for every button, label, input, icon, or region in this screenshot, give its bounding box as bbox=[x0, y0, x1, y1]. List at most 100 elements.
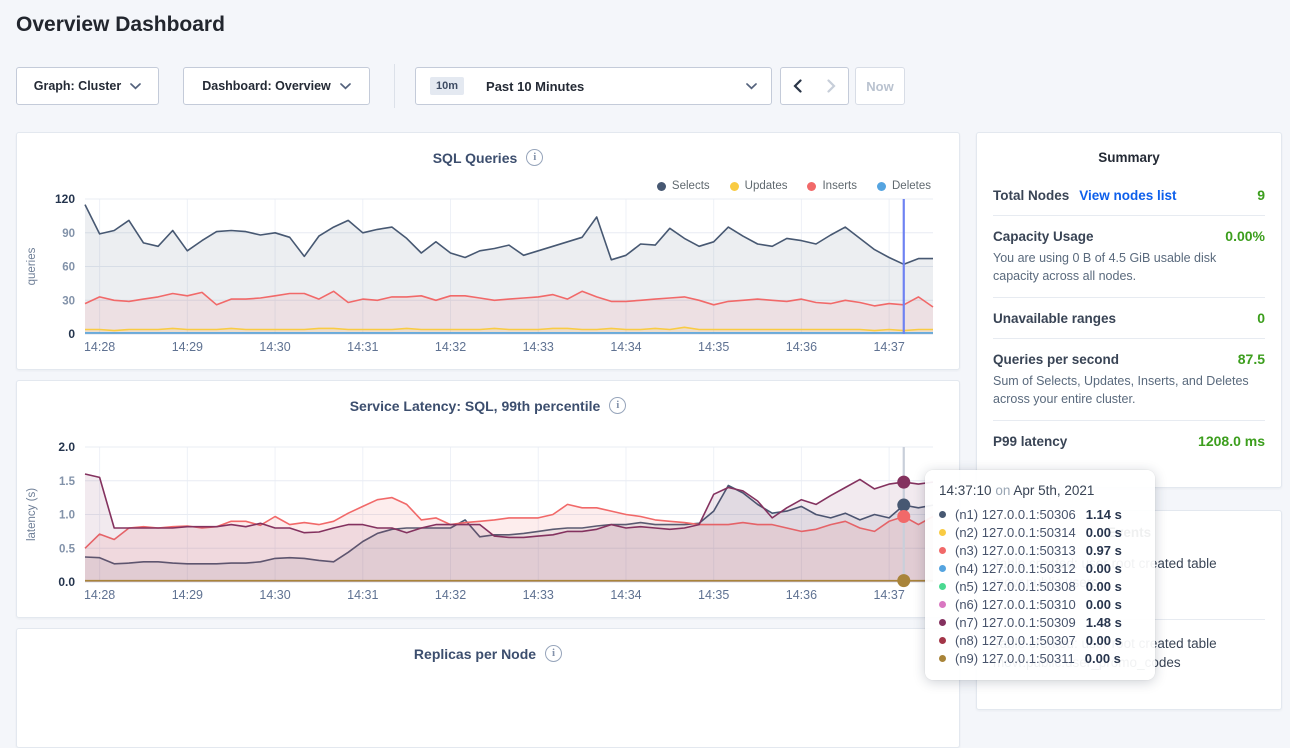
svg-text:0.5: 0.5 bbox=[59, 543, 76, 555]
replicas-per-node-chart-card: Replicas per Node i bbox=[16, 628, 960, 748]
svg-text:0.0: 0.0 bbox=[58, 575, 75, 589]
svg-text:14:32: 14:32 bbox=[435, 340, 466, 354]
tooltip-node: (n9) 127.0.0.1:50311 bbox=[955, 651, 1075, 666]
graph-dropdown[interactable]: Graph: Cluster bbox=[16, 67, 159, 105]
next-range-button[interactable] bbox=[814, 67, 849, 105]
tooltip-value: 0.00 s bbox=[1086, 633, 1122, 648]
summary-row-value: 0.00% bbox=[1225, 228, 1265, 244]
svg-text:14:34: 14:34 bbox=[610, 588, 641, 602]
svg-text:14:30: 14:30 bbox=[259, 588, 290, 602]
svg-text:14:30: 14:30 bbox=[259, 340, 290, 354]
sql-queries-legend: SelectsUpdatesInsertsDeletes bbox=[657, 180, 931, 192]
svg-text:14:34: 14:34 bbox=[610, 340, 641, 354]
svg-text:1.5: 1.5 bbox=[59, 476, 76, 488]
summary-row-label: Unavailable ranges bbox=[993, 311, 1116, 326]
tooltip-node: (n4) 127.0.0.1:50312 bbox=[955, 561, 1076, 576]
legend-dot bbox=[807, 182, 816, 191]
service-latency-chart[interactable]: 14:2814:2914:3014:3114:3214:3314:3414:35… bbox=[17, 441, 961, 613]
info-icon[interactable]: i bbox=[526, 149, 543, 166]
svg-text:14:28: 14:28 bbox=[84, 340, 115, 354]
svg-text:1.0: 1.0 bbox=[59, 510, 75, 522]
time-range-selector[interactable]: 10m Past 10 Minutes bbox=[415, 67, 772, 105]
tooltip-node: (n3) 127.0.0.1:50313 bbox=[955, 543, 1076, 558]
sql-queries-chart-title: SQL Queries bbox=[433, 150, 518, 166]
service-latency-chart-card: Service Latency: SQL, 99th percentile i … bbox=[16, 380, 960, 618]
svg-text:30: 30 bbox=[62, 295, 75, 307]
time-range-badge: 10m bbox=[430, 77, 464, 95]
replicas-per-node-chart-title: Replicas per Node bbox=[414, 646, 536, 662]
series-dot bbox=[939, 601, 946, 608]
svg-text:14:31: 14:31 bbox=[347, 340, 378, 354]
summary-panel: Summary Total NodesView nodes list9Capac… bbox=[976, 132, 1282, 488]
svg-text:14:36: 14:36 bbox=[786, 340, 817, 354]
svg-text:14:36: 14:36 bbox=[786, 588, 817, 602]
dashboard-dropdown[interactable]: Dashboard: Overview bbox=[183, 67, 370, 105]
series-dot bbox=[939, 583, 946, 590]
svg-text:14:37: 14:37 bbox=[873, 340, 904, 354]
svg-text:14:35: 14:35 bbox=[698, 340, 729, 354]
series-dot bbox=[939, 655, 946, 662]
svg-text:14:32: 14:32 bbox=[435, 588, 466, 602]
summary-row: Queries per second 87.5 Sum of Selects, Up… bbox=[993, 339, 1265, 421]
now-button[interactable]: Now bbox=[855, 67, 905, 105]
chart-tooltip: 14:37:10 on Apr 5th, 2021 (n1) 127.0.0.1… bbox=[925, 470, 1155, 680]
chevron-down-icon bbox=[130, 83, 141, 90]
sql-queries-chart-card: SQL Queries i SelectsUpdatesInsertsDelet… bbox=[16, 132, 960, 370]
tooltip-value: 0.00 s bbox=[1086, 597, 1122, 612]
tooltip-node: (n5) 127.0.0.1:50308 bbox=[955, 579, 1076, 594]
svg-text:14:33: 14:33 bbox=[523, 340, 554, 354]
tooltip-value: 0.00 s bbox=[1086, 525, 1122, 540]
tooltip-node: (n8) 127.0.0.1:50307 bbox=[955, 633, 1076, 648]
tooltip-row: (n9) 127.0.0.1:50311 0.00 s bbox=[939, 649, 1141, 667]
tooltip-node: (n1) 127.0.0.1:50306 bbox=[955, 507, 1076, 522]
summary-row: Total NodesView nodes list9 bbox=[993, 175, 1265, 216]
tooltip-value: 0.00 s bbox=[1086, 579, 1122, 594]
tooltip-row: (n7) 127.0.0.1:50309 1.48 s bbox=[939, 613, 1141, 631]
service-latency-chart-title: Service Latency: SQL, 99th percentile bbox=[350, 398, 601, 414]
svg-text:14:29: 14:29 bbox=[172, 588, 203, 602]
summary-row: Unavailable ranges 0 bbox=[993, 298, 1265, 339]
svg-text:14:31: 14:31 bbox=[347, 588, 378, 602]
info-icon[interactable]: i bbox=[545, 645, 562, 662]
svg-text:queries: queries bbox=[26, 247, 38, 285]
tooltip-value: 1.48 s bbox=[1086, 615, 1122, 630]
prev-range-button[interactable] bbox=[780, 67, 815, 105]
summary-row: Capacity Usage0.00%You are using 0 B of … bbox=[993, 216, 1265, 298]
chevron-left-icon bbox=[793, 79, 802, 93]
summary-row-label: Queries per second bbox=[993, 352, 1119, 367]
tooltip-row: (n2) 127.0.0.1:50314 0.00 s bbox=[939, 523, 1141, 541]
svg-text:14:37: 14:37 bbox=[873, 588, 904, 602]
tooltip-row: (n5) 127.0.0.1:50308 0.00 s bbox=[939, 577, 1141, 595]
legend-item: Selects bbox=[657, 180, 710, 192]
tooltip-node: (n7) 127.0.0.1:50309 bbox=[955, 615, 1076, 630]
summary-row-subtext: Sum of Selects, Updates, Inserts, and De… bbox=[993, 372, 1265, 408]
tooltip-timestamp: 14:37:10 on Apr 5th, 2021 bbox=[939, 483, 1141, 498]
tooltip-date: Apr 5th, 2021 bbox=[1013, 483, 1094, 498]
summary-row-label: Capacity Usage bbox=[993, 229, 1094, 244]
legend-label: Selects bbox=[672, 180, 710, 192]
tooltip-value: 0.00 s bbox=[1086, 561, 1122, 576]
info-icon[interactable]: i bbox=[609, 397, 626, 414]
summary-row-value: 87.5 bbox=[1238, 351, 1265, 367]
legend-dot bbox=[877, 182, 886, 191]
tooltip-value: 0.00 s bbox=[1085, 651, 1121, 666]
series-dot bbox=[939, 565, 946, 572]
tooltip-conj: on bbox=[995, 483, 1010, 498]
graph-dropdown-label: Graph: Cluster bbox=[34, 79, 122, 93]
chevron-down-icon bbox=[746, 83, 757, 90]
tooltip-node: (n2) 127.0.0.1:50314 bbox=[955, 525, 1076, 540]
legend-dot bbox=[657, 182, 666, 191]
series-dot bbox=[939, 511, 946, 518]
sql-queries-chart[interactable]: 14:2814:2914:3014:3114:3214:3314:3414:35… bbox=[17, 193, 961, 365]
chevron-down-icon bbox=[340, 83, 351, 90]
summary-row-value: 0 bbox=[1257, 310, 1265, 326]
svg-text:14:28: 14:28 bbox=[84, 588, 115, 602]
tooltip-value: 1.14 s bbox=[1086, 507, 1122, 522]
tooltip-node: (n6) 127.0.0.1:50310 bbox=[955, 597, 1076, 612]
view-nodes-list-link[interactable]: View nodes list bbox=[1079, 188, 1176, 203]
svg-text:90: 90 bbox=[62, 228, 75, 240]
series-dot bbox=[939, 637, 946, 644]
tooltip-row: (n6) 127.0.0.1:50310 0.00 s bbox=[939, 595, 1141, 613]
legend-label: Inserts bbox=[822, 180, 857, 192]
legend-item: Inserts bbox=[807, 180, 857, 192]
